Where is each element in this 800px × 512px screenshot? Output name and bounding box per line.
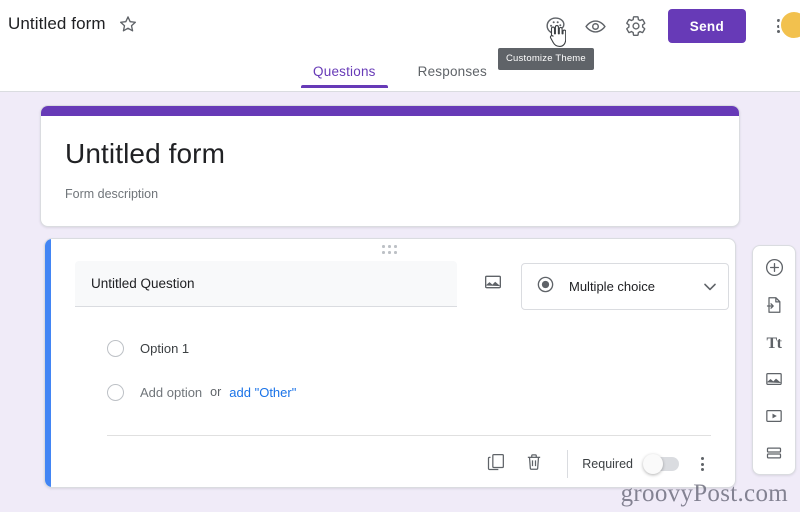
add-item-toolbar: Tt xyxy=(752,245,796,475)
gear-settings-icon xyxy=(625,15,647,37)
add-section-button[interactable] xyxy=(757,439,791,471)
add-image-button[interactable] xyxy=(757,365,791,397)
chevron-down-icon xyxy=(704,278,716,296)
customize-theme-button[interactable] xyxy=(538,8,574,44)
radio-outline-icon xyxy=(107,339,124,357)
add-option-label[interactable]: Add option xyxy=(140,385,202,400)
form-canvas: Untitled form Form description Untitled … xyxy=(0,92,800,512)
question-type-label: Multiple choice xyxy=(569,279,655,294)
question-card[interactable]: Untitled Question Multiple choice Option… xyxy=(44,238,736,488)
duplicate-icon xyxy=(486,452,506,477)
question-footer-toolbar: Required xyxy=(477,445,717,483)
form-header-title[interactable]: Untitled form xyxy=(65,138,739,170)
form-title-row: Untitled form xyxy=(8,14,138,34)
question-type-select[interactable]: Multiple choice xyxy=(521,263,729,310)
add-option-row[interactable]: Add option or add "Other" xyxy=(107,375,296,409)
drag-handle-icon[interactable] xyxy=(380,245,400,255)
duplicate-question-button[interactable] xyxy=(477,445,515,483)
add-title-description-button[interactable]: Tt xyxy=(757,328,791,360)
star-outline-icon[interactable] xyxy=(118,14,138,34)
tab-responses[interactable]: Responses xyxy=(406,62,499,88)
delete-question-button[interactable] xyxy=(515,445,553,483)
google-forms-editor: Untitled form Send Customize Theme Quest… xyxy=(0,0,800,512)
trash-delete-icon xyxy=(524,452,544,477)
add-video-button[interactable] xyxy=(757,402,791,434)
option-label[interactable]: Option 1 xyxy=(140,341,189,356)
question-options-list: Option 1 Add option or add "Other" xyxy=(107,331,296,419)
question-header-row: Untitled Question Multiple choice xyxy=(45,261,735,310)
import-file-icon xyxy=(764,295,784,320)
question-divider xyxy=(107,435,711,436)
top-app-bar: Untitled form Send Customize Theme Quest… xyxy=(0,0,800,92)
question-more-options-button[interactable] xyxy=(687,449,717,479)
image-icon xyxy=(483,272,503,297)
add-other-link[interactable]: add "Other" xyxy=(229,385,296,400)
top-bar-actions: Send xyxy=(538,8,792,44)
tab-questions[interactable]: Questions xyxy=(301,62,388,88)
preview-button[interactable] xyxy=(578,8,614,44)
import-questions-button[interactable] xyxy=(757,291,791,323)
radio-outline-icon xyxy=(107,383,124,401)
form-header-card[interactable]: Untitled form Form description xyxy=(40,105,740,227)
question-title-input[interactable]: Untitled Question xyxy=(75,261,457,307)
footer-divider xyxy=(567,450,569,478)
image-icon xyxy=(764,369,784,394)
radio-filled-icon xyxy=(536,275,555,299)
palette-icon xyxy=(544,15,567,38)
form-title-text[interactable]: Untitled form xyxy=(8,14,106,34)
add-question-button[interactable] xyxy=(757,254,791,286)
add-option-or-text: or xyxy=(210,385,222,399)
add-section-icon xyxy=(764,443,784,468)
required-label: Required xyxy=(582,457,633,471)
send-button[interactable]: Send xyxy=(667,9,746,43)
title-text-icon: Tt xyxy=(766,335,783,352)
form-accent-bar xyxy=(41,106,739,116)
add-question-image-button[interactable] xyxy=(479,270,507,298)
form-header-description[interactable]: Form description xyxy=(65,187,739,201)
option-row[interactable]: Option 1 xyxy=(107,331,296,365)
editor-tabs: Questions Responses xyxy=(0,62,800,88)
video-play-icon xyxy=(764,406,784,431)
settings-button[interactable] xyxy=(618,8,654,44)
required-toggle[interactable] xyxy=(643,454,679,474)
plus-circle-icon xyxy=(764,257,785,283)
eye-preview-icon xyxy=(584,15,607,38)
toggle-knob xyxy=(643,454,663,474)
